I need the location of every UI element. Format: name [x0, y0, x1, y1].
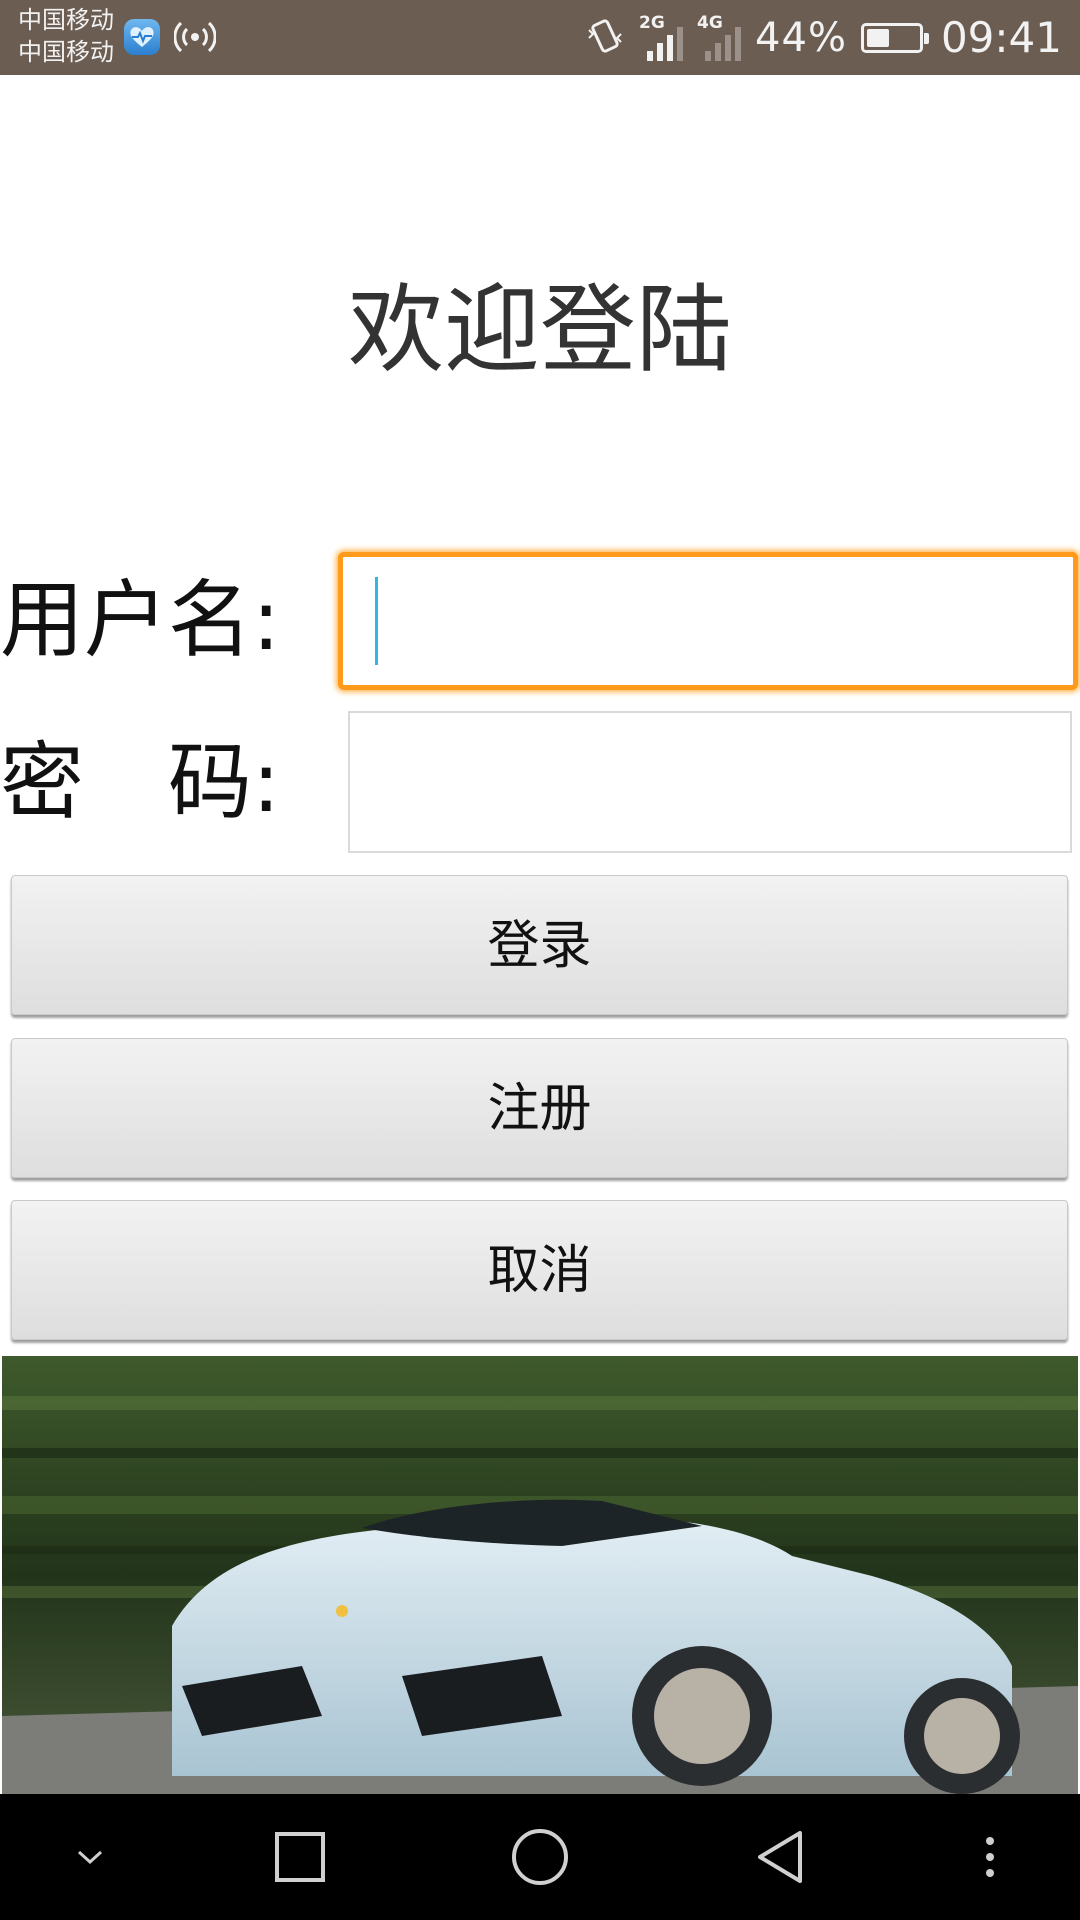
health-app-icon — [124, 19, 160, 55]
register-button[interactable]: 注册 — [11, 1038, 1068, 1178]
navigation-bar — [0, 1794, 1080, 1920]
signal-icon-2: 4G — [697, 13, 742, 63]
carrier-label-2: 中国移动 — [18, 38, 114, 66]
recents-icon[interactable] — [250, 1794, 350, 1920]
sports-car-image — [2, 1356, 1078, 1794]
carrier-label-1: 中国移动 — [18, 6, 114, 34]
battery-percent: 44% — [755, 14, 847, 61]
signal-icon: 2G — [639, 13, 684, 63]
text-caret — [375, 577, 378, 665]
vibrate-icon — [585, 16, 625, 60]
clock: 09:41 — [940, 13, 1062, 62]
chevron-down-icon[interactable] — [40, 1794, 140, 1920]
battery-fill — [866, 28, 889, 47]
status-bar: 中国移动 中国移动 2G 4G 44% 09:41 — [0, 0, 1080, 75]
login-button[interactable]: 登录 — [11, 875, 1068, 1015]
battery-icon — [860, 22, 929, 53]
page-title: 欢迎登陆 — [348, 274, 732, 386]
home-icon[interactable] — [490, 1794, 590, 1920]
username-input[interactable] — [338, 552, 1078, 690]
back-icon[interactable] — [730, 1794, 830, 1920]
hotspot-icon — [173, 18, 217, 60]
password-input[interactable] — [348, 711, 1072, 853]
cancel-button[interactable]: 取消 — [11, 1200, 1068, 1340]
username-label: 用户名: — [0, 571, 281, 669]
status-right-group: 2G 4G 44% 09:41 — [585, 0, 1062, 75]
more-icon[interactable] — [940, 1794, 1040, 1920]
password-label: 密 码: — [0, 733, 281, 831]
carrier-labels: 中国移动 中国移动 — [18, 4, 114, 68]
